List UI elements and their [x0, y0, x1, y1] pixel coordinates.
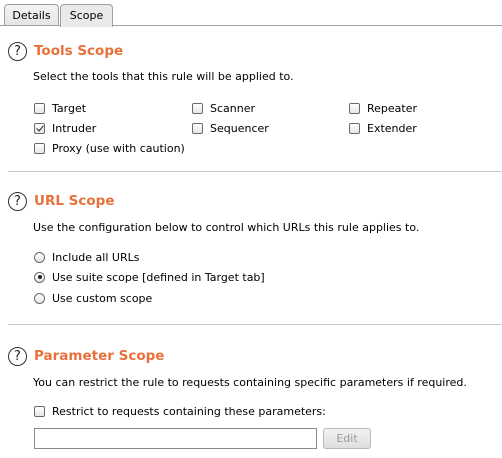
- tool-sequencer-checkbox[interactable]: Sequencer: [192, 121, 269, 135]
- help-icon[interactable]: ?: [8, 191, 27, 211]
- section-divider: [8, 171, 502, 172]
- radio-icon[interactable]: [34, 292, 45, 304]
- tools-scope-header: ? Tools Scope: [8, 40, 123, 62]
- tab-details[interactable]: Details: [4, 4, 59, 26]
- checkbox-icon[interactable]: [192, 122, 203, 134]
- tool-scanner-checkbox[interactable]: Scanner: [192, 101, 255, 115]
- parameter-scope-title: Parameter Scope: [34, 348, 165, 364]
- checkbox-icon[interactable]: [192, 102, 203, 114]
- checkbox-icon[interactable]: [34, 405, 45, 417]
- help-icon[interactable]: ?: [8, 41, 27, 61]
- radio-selected-icon[interactable]: [34, 271, 45, 283]
- tool-extender-checkbox[interactable]: Extender: [349, 121, 417, 135]
- checkbox-icon[interactable]: [349, 122, 360, 134]
- parameters-input[interactable]: [34, 428, 317, 449]
- scope-panel: [0, 26, 502, 458]
- url-scope-description: Use the configuration below to control w…: [33, 221, 420, 234]
- tools-scope-title: Tools Scope: [34, 43, 124, 59]
- checkbox-icon[interactable]: [349, 102, 360, 114]
- url-scope-title: URL Scope: [34, 193, 115, 209]
- restrict-parameters-checkbox[interactable]: Restrict to requests containing these pa…: [34, 404, 326, 418]
- radio-icon[interactable]: [34, 251, 45, 263]
- tab-bar: Details Scope: [0, 0, 502, 27]
- url-suite-scope-radio[interactable]: Use suite scope [defined in Target tab]: [34, 270, 265, 284]
- section-divider: [8, 324, 502, 325]
- url-scope-header: ? URL Scope: [8, 190, 114, 212]
- tool-intruder-checkbox[interactable]: Intruder: [34, 121, 96, 135]
- url-include-all-radio[interactable]: Include all URLs: [34, 250, 139, 264]
- url-custom-scope-radio[interactable]: Use custom scope: [34, 291, 152, 305]
- edit-button[interactable]: Edit: [323, 428, 371, 449]
- tool-proxy-checkbox[interactable]: Proxy (use with caution): [34, 141, 185, 155]
- tool-target-checkbox[interactable]: Target: [34, 101, 86, 115]
- parameter-scope-description: You can restrict the rule to requests co…: [33, 376, 467, 389]
- checkbox-icon[interactable]: [34, 102, 45, 114]
- parameter-scope-header: ? Parameter Scope: [8, 345, 164, 367]
- tool-repeater-checkbox[interactable]: Repeater: [349, 101, 417, 115]
- help-icon[interactable]: ?: [8, 346, 27, 366]
- checkbox-checked-icon[interactable]: [34, 122, 45, 134]
- tools-scope-description: Select the tools that this rule will be …: [33, 70, 294, 83]
- tab-scope[interactable]: Scope: [60, 4, 113, 27]
- checkbox-icon[interactable]: [34, 142, 45, 154]
